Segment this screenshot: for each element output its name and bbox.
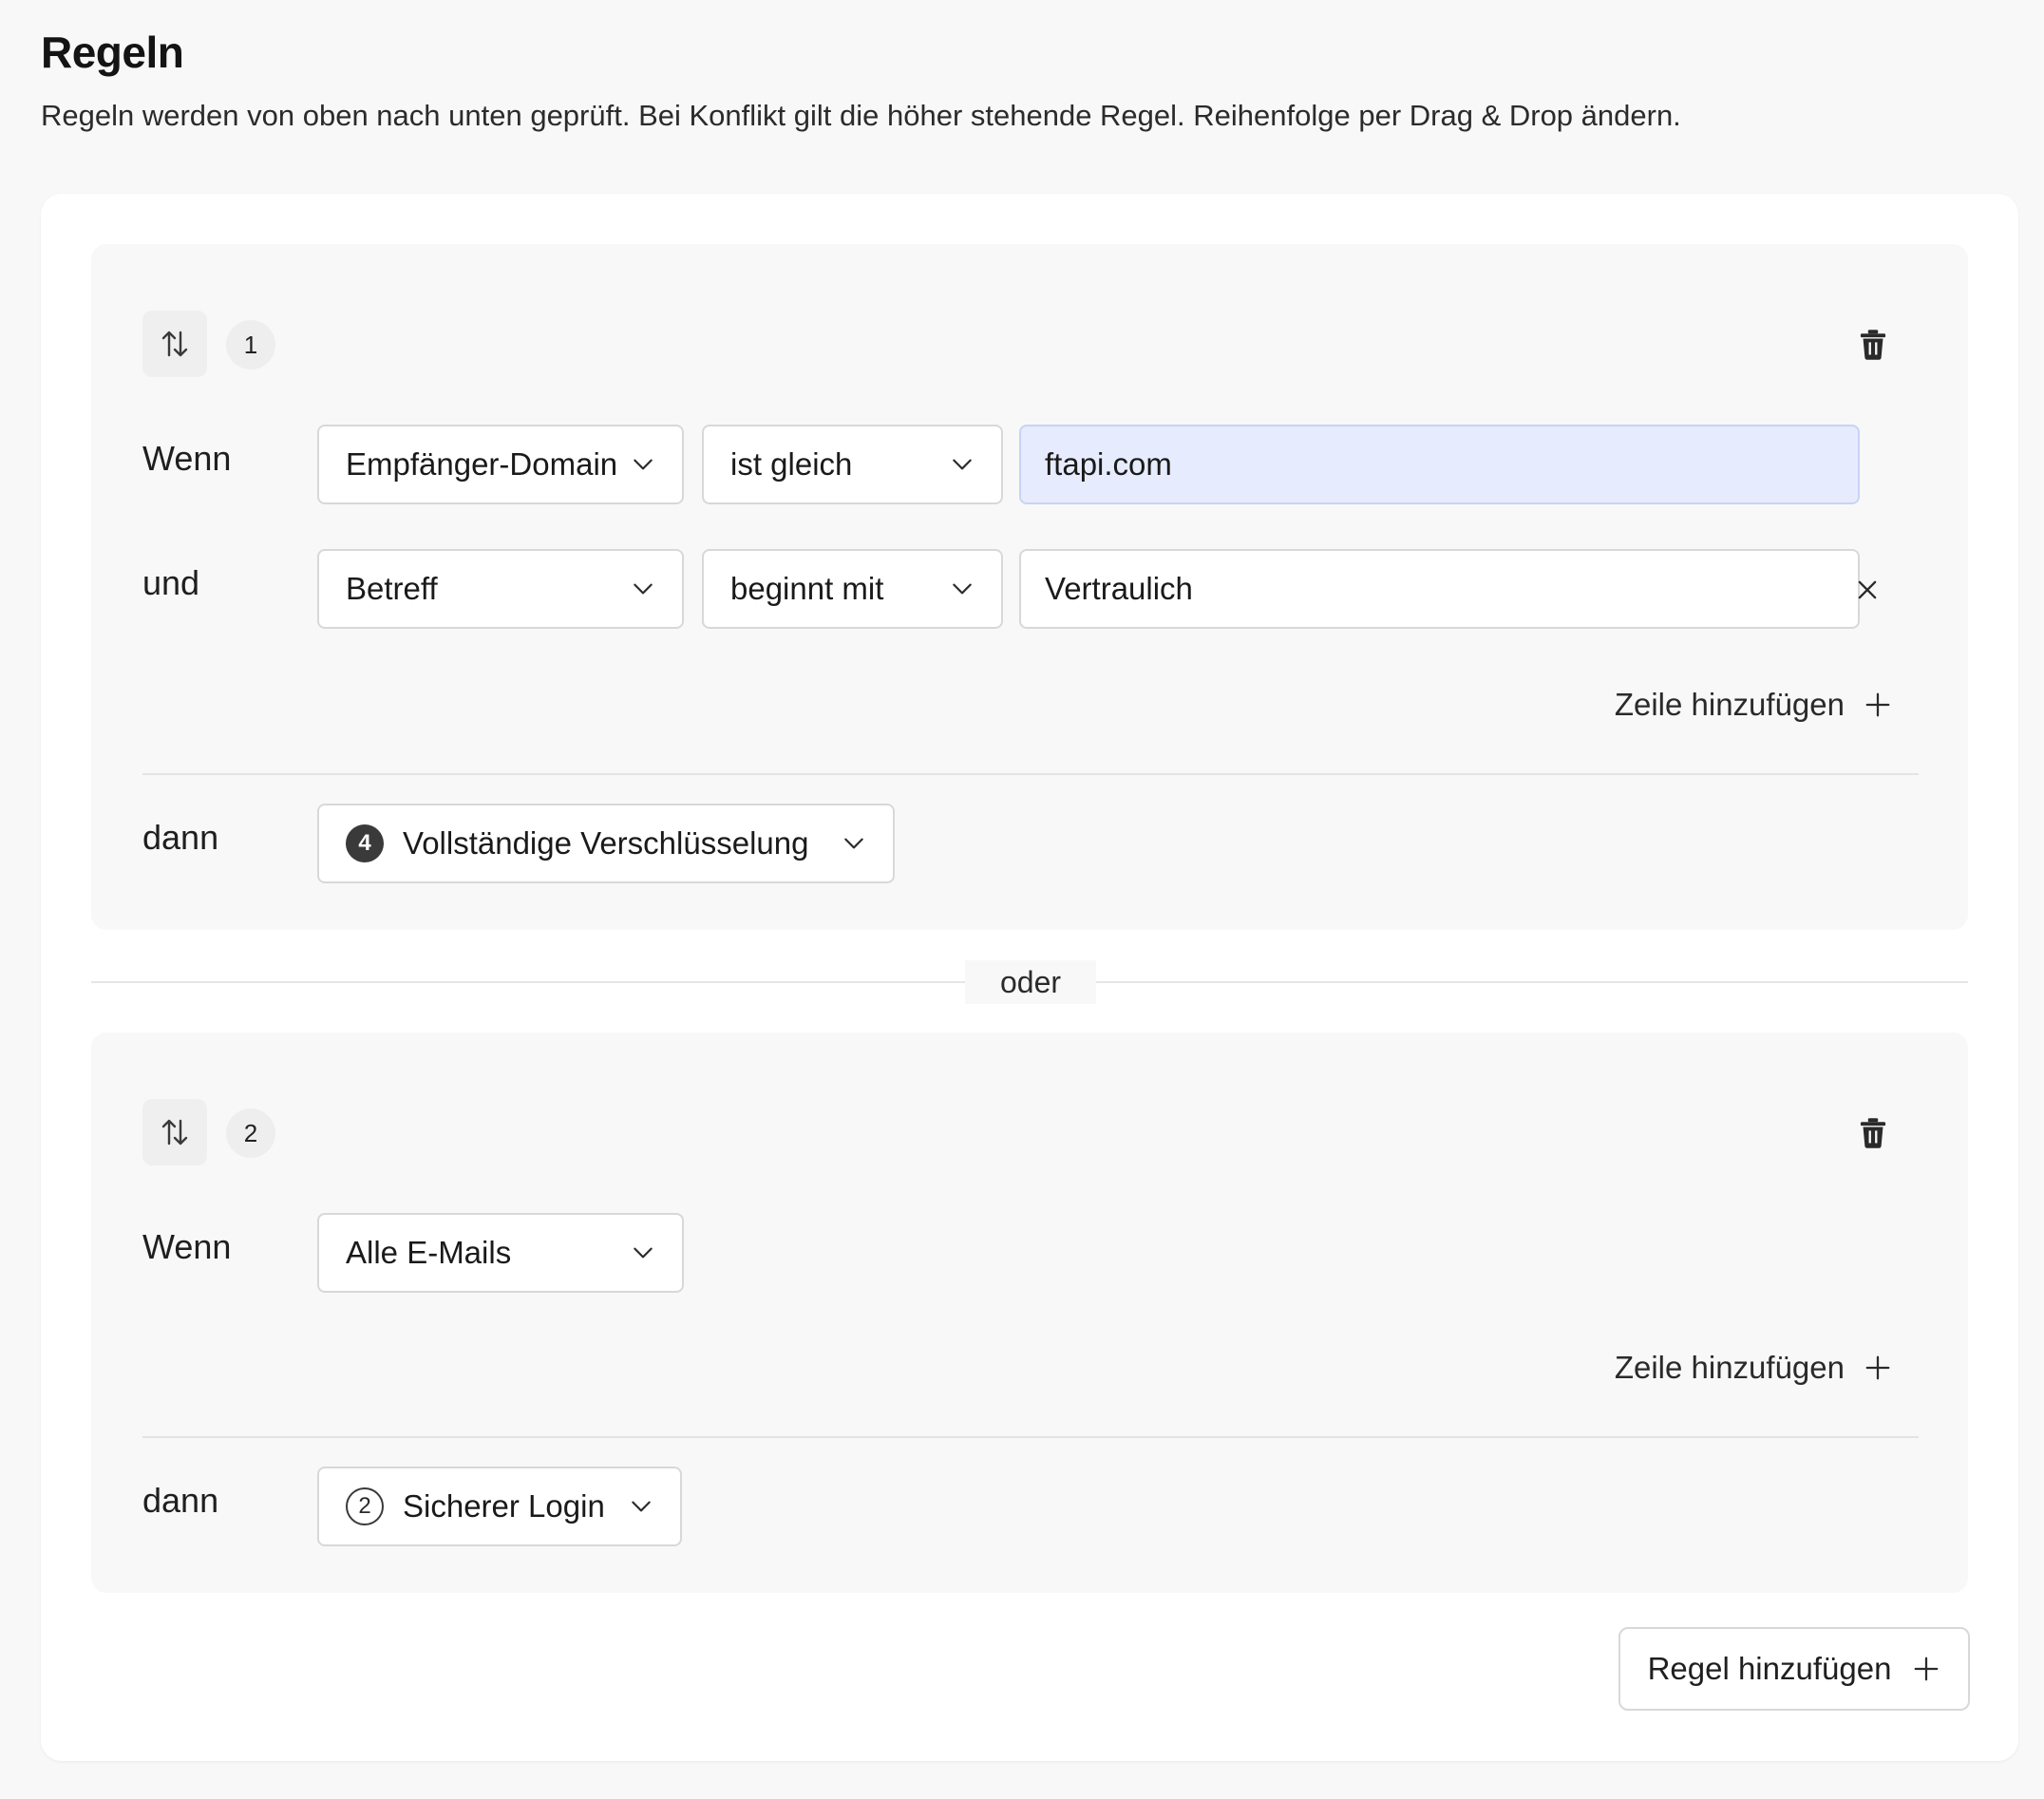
add-row-label: Zeile hinzufügen xyxy=(1614,1350,1845,1385)
remove-row-button[interactable] xyxy=(1850,573,1884,607)
rule-divider xyxy=(142,773,1919,775)
rule-2: 2 Wenn Alle E-Mails Zeile hinzufügen dan… xyxy=(91,1032,1968,1593)
operator-select-value: ist gleich xyxy=(730,446,853,482)
page-title: Regeln xyxy=(41,28,184,77)
chevron-down-icon xyxy=(950,452,975,477)
security-level-badge: 4 xyxy=(346,824,384,862)
condition-label-wenn: Wenn xyxy=(142,1227,232,1266)
add-rule-button[interactable]: Regel hinzufügen xyxy=(1618,1627,1970,1711)
rule-number-badge: 1 xyxy=(226,320,275,369)
close-icon xyxy=(1858,580,1877,599)
chevron-down-icon xyxy=(631,452,655,477)
page-description: Regeln werden von oben nach unten geprüf… xyxy=(41,99,1681,132)
rule-number-badge: 2 xyxy=(226,1108,275,1158)
chevron-down-icon xyxy=(629,1494,653,1519)
add-row-button[interactable]: Zeile hinzufügen xyxy=(1615,687,1892,723)
trash-icon xyxy=(1860,330,1886,360)
then-label: dann xyxy=(142,1481,219,1520)
then-label: dann xyxy=(142,818,219,857)
chevron-down-icon xyxy=(842,831,866,856)
value-input[interactable] xyxy=(1019,425,1860,504)
delete-rule-button[interactable] xyxy=(1854,326,1892,364)
condition-label-wenn: Wenn xyxy=(142,439,232,478)
drag-handle[interactable] xyxy=(142,311,207,377)
drag-handle[interactable] xyxy=(142,1099,207,1165)
chevron-down-icon xyxy=(631,1240,655,1265)
action-select-value: Vollständige Verschlüsselung xyxy=(403,825,809,861)
field-select[interactable]: Betreff xyxy=(317,549,684,629)
add-row-button[interactable]: Zeile hinzufügen xyxy=(1615,1350,1892,1386)
field-select-value: Betreff xyxy=(346,571,438,606)
rule-1: 1 Wenn Empfänger-Domain ist gleich ftapi… xyxy=(91,244,1968,930)
trash-icon xyxy=(1860,1118,1886,1148)
condition-label-und: und xyxy=(142,563,200,602)
plus-icon xyxy=(1864,691,1892,719)
rule-divider xyxy=(142,1436,1919,1438)
plus-icon xyxy=(1864,1354,1892,1382)
operator-select[interactable]: ist gleich xyxy=(702,425,1003,504)
plus-icon xyxy=(1912,1655,1940,1683)
field-select[interactable]: Empfänger-Domain xyxy=(317,425,684,504)
action-select[interactable]: 4 Vollständige Verschlüsselung xyxy=(317,804,895,883)
operator-select-value: beginnt mit xyxy=(730,571,884,606)
operator-select[interactable]: beginnt mit xyxy=(702,549,1003,629)
value-input[interactable] xyxy=(1019,549,1860,629)
chevron-down-icon xyxy=(631,577,655,601)
chevron-down-icon xyxy=(950,577,975,601)
add-rule-label: Regel hinzufügen xyxy=(1647,1651,1892,1686)
sort-arrows-icon xyxy=(161,1119,188,1146)
security-level-badge: 2 xyxy=(346,1487,384,1525)
rule-separator-label: oder xyxy=(965,960,1096,1004)
rules-card: 1 Wenn Empfänger-Domain ist gleich ftapi… xyxy=(41,194,2018,1761)
action-select-value: Sicherer Login xyxy=(403,1488,605,1524)
field-select-value: Alle E-Mails xyxy=(346,1235,512,1270)
delete-rule-button[interactable] xyxy=(1854,1114,1892,1152)
add-row-label: Zeile hinzufügen xyxy=(1614,687,1845,722)
field-select-value: Empfänger-Domain xyxy=(346,446,618,482)
sort-arrows-icon xyxy=(161,331,188,357)
field-select[interactable]: Alle E-Mails xyxy=(317,1213,684,1293)
action-select[interactable]: 2 Sicherer Login xyxy=(317,1467,682,1546)
